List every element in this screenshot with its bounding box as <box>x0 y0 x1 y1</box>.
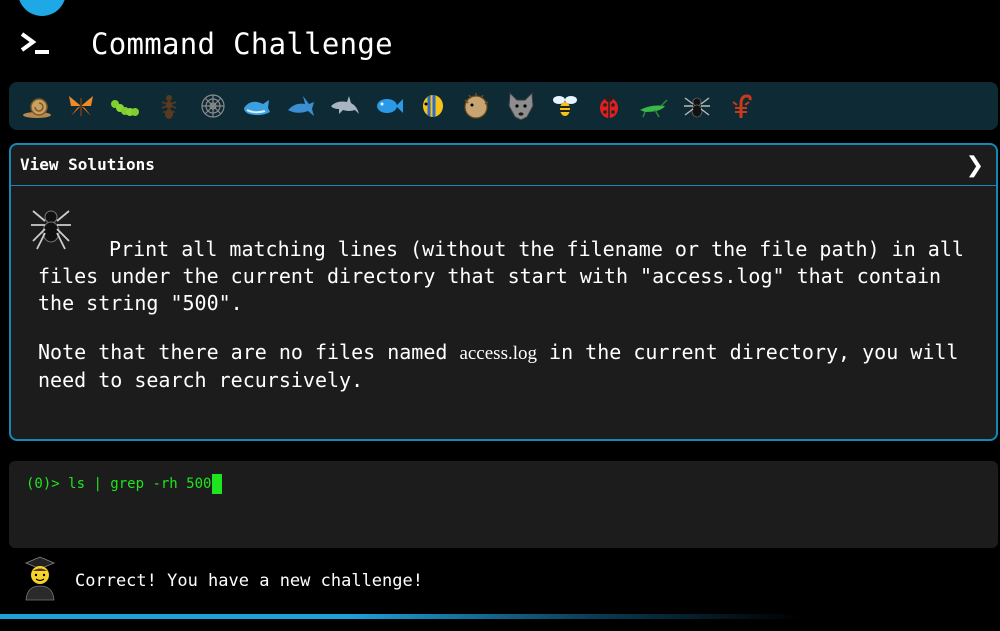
chevron-right-icon[interactable]: ❯ <box>966 153 984 178</box>
view-solutions-toggle[interactable]: View Solutions ❯ <box>11 145 996 186</box>
cricket-icon[interactable] <box>631 86 675 126</box>
butterfly-icon[interactable] <box>59 86 103 126</box>
terminal-command[interactable]: ls | grep -rh 500 <box>68 476 211 492</box>
whale-icon[interactable] <box>235 86 279 126</box>
scorpion-icon[interactable] <box>719 86 763 126</box>
shark-icon[interactable] <box>279 86 323 126</box>
terminal-prompt-icon <box>20 32 49 54</box>
progress-bar <box>0 614 1000 619</box>
fish-icon[interactable] <box>367 86 411 126</box>
dolphin-icon[interactable] <box>323 86 367 126</box>
wolf-icon[interactable] <box>499 86 543 126</box>
challenge-note: Note that there are no files named acces… <box>38 340 959 392</box>
terminal-cursor <box>212 474 223 494</box>
terminal-input[interactable]: (0)> ls | grep -rh 500 <box>9 461 998 548</box>
challenge-panel: View Solutions ❯ Print all matching line… <box>9 143 998 441</box>
spider-web-icon[interactable] <box>191 86 235 126</box>
caterpillar-icon[interactable] <box>103 86 147 126</box>
filename-code: access.log <box>459 343 537 364</box>
top-arc-decoration <box>18 0 66 16</box>
ladybug-icon[interactable] <box>587 86 631 126</box>
ant-icon[interactable] <box>147 86 191 126</box>
challenge-icon-bar <box>9 82 998 130</box>
bee-icon[interactable] <box>543 86 587 126</box>
challenge-text: Print all matching lines (without the fi… <box>38 237 964 315</box>
challenge-description: Print all matching lines (without the fi… <box>38 236 968 416</box>
spider-icon[interactable] <box>675 86 719 126</box>
snail-icon[interactable] <box>15 86 59 126</box>
student-avatar-icon <box>24 556 56 601</box>
tropical-fish-icon[interactable] <box>411 86 455 126</box>
status-message: Correct! You have a new challenge! <box>75 571 423 591</box>
blowfish-icon[interactable] <box>455 86 499 126</box>
page-title: Command Challenge <box>91 27 393 61</box>
view-solutions-label: View Solutions <box>20 155 155 174</box>
terminal-prompt: (0)> <box>26 476 69 492</box>
header: Command Challenge <box>0 22 1000 72</box>
terminal-line: (0)> ls | grep -rh 500 <box>26 474 223 494</box>
